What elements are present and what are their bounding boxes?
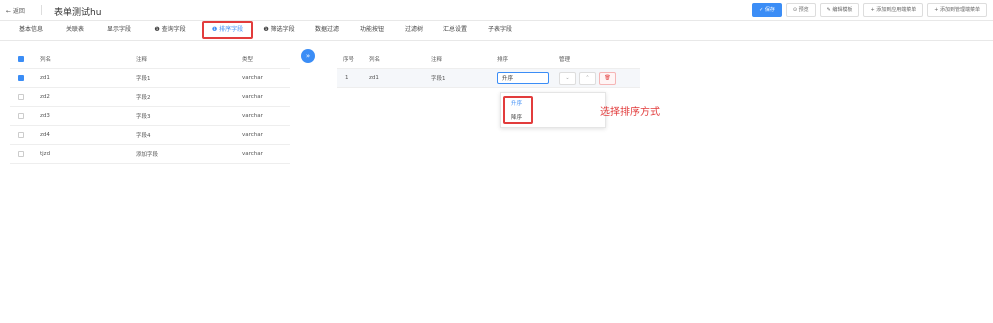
tab-display-fields[interactable]: 显示字段 bbox=[100, 23, 138, 37]
table-row[interactable]: zd2 字段2 varchar bbox=[10, 87, 290, 107]
cell-name: zd1 bbox=[40, 68, 136, 88]
edit-template-button[interactable]: ✎ 编辑模板 bbox=[819, 3, 860, 17]
row-checkbox[interactable] bbox=[18, 112, 24, 119]
add-to-app-menu-button[interactable]: + 添加到应用端菜单 bbox=[863, 3, 924, 17]
cell-type: varchar bbox=[242, 87, 290, 107]
tab-data-filter[interactable]: 数据过滤 bbox=[309, 23, 345, 37]
available-fields-table: 列名 注释 类型 zd1 字段1 varchar zd2 字段2 varchar… bbox=[10, 50, 290, 164]
move-down-button[interactable]: ⌄ bbox=[559, 71, 576, 85]
header-comment: 注释 bbox=[136, 50, 242, 69]
sort-order-dropdown: 升序 降序 bbox=[500, 92, 606, 128]
back-link[interactable]: ← 返回 bbox=[6, 6, 25, 15]
table-row[interactable]: zd3 字段3 varchar bbox=[10, 106, 290, 126]
option-descending[interactable]: 降序 bbox=[511, 113, 522, 121]
tab-sort-fields[interactable]: ❶ 排序字段 bbox=[202, 21, 253, 39]
tab-related-table[interactable]: 关联表 bbox=[60, 23, 90, 37]
cell-comment: 字段1 bbox=[431, 68, 497, 88]
tab-query-fields[interactable]: ❶ 查询字段 bbox=[147, 23, 193, 37]
option-ascending[interactable]: 升序 bbox=[511, 99, 522, 107]
row-checkbox[interactable] bbox=[18, 150, 24, 157]
add-to-admin-menu-button[interactable]: + 添加到管理端菜单 bbox=[927, 3, 987, 17]
move-right-button[interactable]: » bbox=[301, 49, 315, 63]
header-index: 序号 bbox=[337, 50, 369, 69]
table-header-row: 序号 列名 注释 排序 管理 bbox=[337, 50, 640, 69]
tab-summary-settings[interactable]: 汇总设置 bbox=[437, 23, 473, 37]
cell-comment: 添加字段 bbox=[136, 144, 242, 164]
cell-name: zd3 bbox=[40, 106, 136, 126]
table-row[interactable]: zd1 字段1 varchar bbox=[10, 68, 290, 88]
row-checkbox[interactable] bbox=[18, 74, 24, 81]
move-up-button[interactable]: ⌃ bbox=[579, 71, 596, 85]
top-bar: ← 返回 表单测试hu ✓ 保存 ⊙ 预览 ✎ 编辑模板 + 添加到应用端菜单 … bbox=[0, 0, 993, 21]
preview-button[interactable]: ⊙ 预览 bbox=[785, 3, 816, 17]
sort-order-select[interactable]: 升序 bbox=[497, 72, 549, 84]
table-header-row: 列名 注释 类型 bbox=[10, 50, 290, 69]
row-checkbox[interactable] bbox=[18, 93, 24, 100]
cell-comment: 字段3 bbox=[136, 106, 242, 126]
cell-name: zd1 bbox=[369, 68, 431, 88]
tab-filter-tree[interactable]: 过滤树 bbox=[400, 23, 428, 37]
header-comment: 注释 bbox=[431, 50, 497, 69]
tab-function-buttons[interactable]: 功能按钮 bbox=[354, 23, 390, 37]
header-actions: ✓ 保存 ⊙ 预览 ✎ 编辑模板 + 添加到应用端菜单 + 添加到管理端菜单 bbox=[752, 3, 987, 17]
tab-subtable-fields[interactable]: 子表字段 bbox=[482, 23, 518, 37]
page-title: 表单测试hu bbox=[54, 8, 102, 18]
save-button[interactable]: ✓ 保存 bbox=[752, 3, 782, 17]
header-column-name: 列名 bbox=[40, 50, 136, 69]
table-row[interactable]: zd4 字段4 varchar bbox=[10, 125, 290, 145]
cell-comment: 字段2 bbox=[136, 87, 242, 107]
cell-name: zd2 bbox=[40, 87, 136, 107]
cell-comment: 字段4 bbox=[136, 125, 242, 145]
cell-type: varchar bbox=[242, 144, 290, 164]
select-all-checkbox[interactable] bbox=[18, 55, 24, 62]
cell-name: tjzd bbox=[40, 144, 136, 164]
cell-index: 1 bbox=[337, 68, 369, 88]
table-row[interactable]: 1 zd1 字段1 升序 ⌄ ⌃ 🗑 bbox=[337, 68, 640, 88]
cell-name: zd4 bbox=[40, 125, 136, 145]
cell-type: varchar bbox=[242, 106, 290, 126]
row-checkbox[interactable] bbox=[18, 131, 24, 138]
delete-button[interactable]: 🗑 bbox=[599, 71, 616, 85]
cell-type: varchar bbox=[242, 125, 290, 145]
cell-comment: 字段1 bbox=[136, 68, 242, 88]
header-manage: 管理 bbox=[559, 50, 640, 69]
tab-basic-info[interactable]: 基本信息 bbox=[14, 23, 48, 37]
cell-type: varchar bbox=[242, 68, 290, 88]
header-sort: 排序 bbox=[497, 50, 559, 69]
header-type: 类型 bbox=[242, 50, 290, 69]
header-divider bbox=[41, 5, 42, 15]
tab-filter-fields[interactable]: ❶ 筛选字段 bbox=[257, 23, 301, 37]
sort-fields-table: 序号 列名 注释 排序 管理 1 zd1 字段1 升序 ⌄ ⌃ 🗑 bbox=[337, 50, 640, 88]
tab-bar: 基本信息 关联表 显示字段 ❶ 查询字段 ❶ 排序字段 ❶ 筛选字段 数据过滤 … bbox=[0, 20, 993, 41]
header-column-name: 列名 bbox=[369, 50, 431, 69]
table-row[interactable]: tjzd 添加字段 varchar bbox=[10, 144, 290, 164]
annotation-text: 选择排序方式 bbox=[600, 107, 660, 118]
